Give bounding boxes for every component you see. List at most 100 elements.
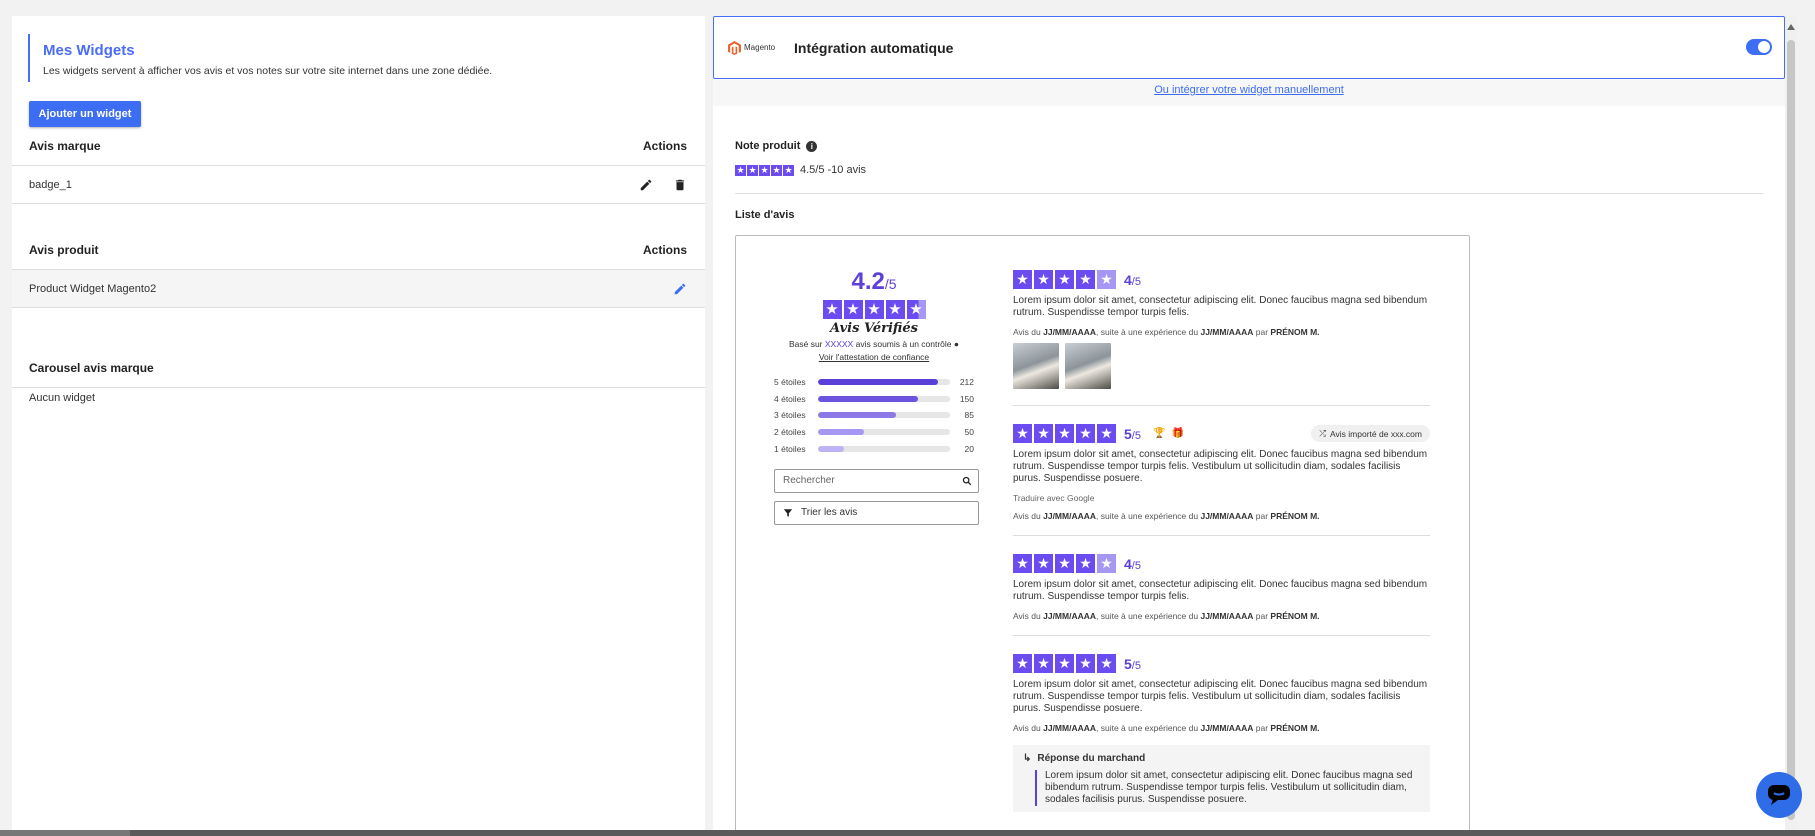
top-bar [0,0,1815,16]
star-icon: ★ [1076,654,1095,673]
star-empty-icon: ★ [1097,554,1116,573]
add-widget-button[interactable]: Ajouter un widget [29,101,141,127]
gift-icon: 🎁 [1171,428,1184,439]
integration-card: Magento Intégration automatique [713,16,1785,79]
widgets-panel: Mes Widgets Les widgets servent à affich… [12,16,705,830]
review-meta: Avis du JJ/MM/AAAA, suite à une expérien… [1013,511,1320,521]
sort-reviews-button[interactable]: Trier les avis [774,500,979,525]
review-stars: ★ ★ ★ ★ ★ [1013,554,1116,573]
chat-button[interactable] [1756,772,1802,818]
rating-bar-row: 1 étoiles 20 [774,440,974,457]
widget-preview: Note produit i ★ ★ ★ ★ ★ 4.5/5 -10 avis List… [713,106,1785,835]
rating-bar-fill [818,445,845,452]
star-icon: ★ [1055,270,1074,289]
rating-bar-fill [818,379,939,386]
star-icon: ★ [1034,654,1053,673]
review-score: 4/5 [1124,271,1141,288]
rating-bar-label: 1 étoiles [774,443,806,454]
star-icon: ★ [747,164,758,176]
filter-icon [783,509,793,517]
review-text: Lorem ipsum dolor sit amet, consectetur … [1013,295,1428,318]
note-produit-value: ★ ★ ★ ★ ★ 4.5/5 -10 avis [735,164,867,176]
avis-verifies-logo: Avis Vérifiés [830,321,918,336]
star-icon: ★ [1097,654,1116,673]
star-icon: ★ [1076,554,1095,573]
star-icon: ★ [1055,554,1074,573]
star-icon: ★ [1034,270,1053,289]
search-icon[interactable] [962,476,972,486]
rating-bar-label: 3 étoiles [774,410,806,421]
search-input[interactable]: Rechercher [774,468,979,493]
section-title: Carousel avis marque [29,360,154,375]
star-icon: ★ [1013,424,1032,443]
magento-logo: Magento [728,40,786,55]
rating-bar-row: 4 étoiles 150 [774,391,974,408]
rating-bar-fill [818,395,919,402]
delete-icon[interactable] [673,178,687,192]
merchant-reply: ↳ Réponse du marchand Lorem ipsum dolor s… [1013,745,1430,812]
review-photo[interactable] [1065,343,1111,389]
based-on-text: Basé sur XXXXX avis soumis à un contrôle… [788,339,960,349]
rating-bar-track [818,445,950,452]
rating-bar-label: 5 étoiles [774,377,806,388]
edit-icon[interactable] [673,282,687,296]
empty-widget-text: Aucun widget [29,392,96,404]
rating-bar-fill [818,412,896,419]
edit-icon[interactable] [639,178,653,192]
actions-label: Actions [642,138,687,153]
page-title: Mes Widgets [43,42,135,59]
star-icon: ★ [864,300,884,319]
section-title: Avis marque [29,138,101,153]
merchant-reply-text: Lorem ipsum dolor sit amet, consectetur … [1035,770,1418,806]
star-icon: ★ [759,164,770,176]
scrollbar-thumb[interactable] [1787,40,1795,820]
imported-badge: ⤮ Avis importé de xxx.com [1311,425,1430,442]
widget-name: badge_1 [29,178,72,191]
widget-row-badge[interactable]: badge_1 [12,166,705,204]
integration-toggle[interactable] [1746,39,1772,55]
reply-arrow-icon: ↳ [1023,753,1032,764]
rating-bar-track [818,429,950,436]
review-item: ★ ★ ★ ★ ★ 4/5 Lorem ipsum dolor sit amet, co… [1013,270,1430,406]
review-meta: Avis du JJ/MM/AAAA, suite à une expérien… [1013,723,1320,733]
star-icon: ★ [843,300,863,319]
review-score: 5/5 [1124,425,1141,442]
integration-title: Intégration automatique [794,39,954,56]
preview-panel: Magento Intégration automatique Ou intég… [713,16,1785,835]
review-meta: Avis du JJ/MM/AAAA, suite à une expérien… [1013,611,1320,621]
rating-bar-track [818,395,950,402]
star-icon: ★ [1034,554,1053,573]
star-icon: ★ [1013,270,1032,289]
scroll-up-arrow-icon[interactable] [1787,24,1795,30]
rating-bar-count: 50 [964,427,974,438]
star-icon: ★ [1076,270,1095,289]
section-title: Avis produit [29,242,99,257]
info-icon[interactable]: i [806,140,818,152]
scrollbar[interactable] [1785,16,1797,830]
chat-icon [1768,785,1790,805]
rating-stars: ★ ★ ★ ★ ★ [735,164,794,176]
review-meta: Avis du JJ/MM/AAAA, suite à une expérien… [1013,327,1320,337]
attestation-link[interactable]: Voir l'attestation de confiance [774,352,974,362]
average-stars: ★ ★ ★ ★ ★ [774,300,974,319]
review-photos [1013,343,1430,389]
review-score: 4/5 [1124,555,1141,572]
widget-row-product[interactable]: Product Widget Magento2 [12,270,705,308]
review-text: Lorem ipsum dolor sit amet, consectetur … [1013,449,1428,484]
reviews-list: ★ ★ ★ ★ ★ 4/5 Lorem ipsum dolor sit amet, co… [1013,270,1430,812]
review-score: 5/5 [1124,655,1141,672]
star-icon: ★ [1013,554,1032,573]
magento-icon [728,40,741,55]
rating-bar-row: 5 étoiles 212 [774,374,974,391]
review-stars: ★ ★ ★ ★ ★ [1013,654,1116,673]
taskbar [0,830,1815,836]
translate-google-link[interactable]: Traduire avec Google [1013,493,1430,503]
manual-integration-link[interactable]: Ou intégrer votre widget manuellement [713,84,1785,96]
review-photo[interactable] [1013,343,1059,389]
review-item: ★ ★ ★ ★ ★ 5/5 Lorem ipsum dolor sit amet, co… [1013,636,1430,812]
actions-label: Actions [642,242,687,257]
star-icon: ★ [1097,424,1116,443]
average-score: 4.2/5 [851,268,897,295]
rating-summary: 4.2/5 ★ ★ ★ ★ ★ Avis Vérifiés Basé sur XXXXX… [774,268,979,525]
rating-bar-label: 2 étoiles [774,427,806,438]
